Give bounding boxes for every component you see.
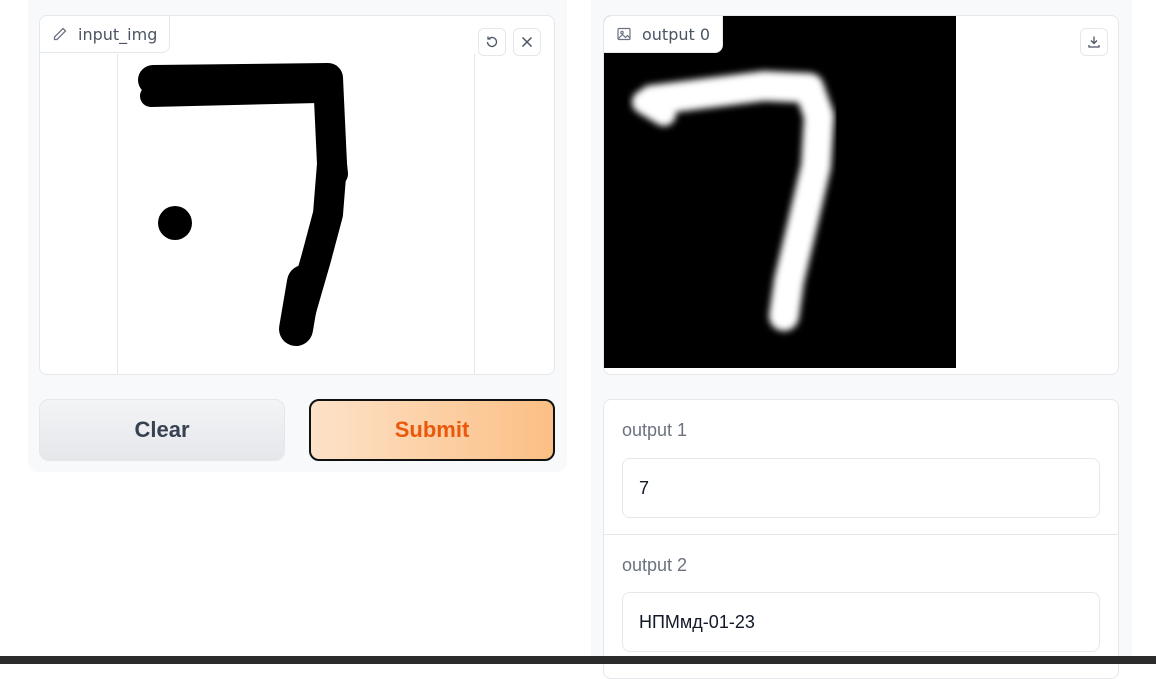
bottom-bar <box>0 656 1156 664</box>
image-icon <box>617 27 631 41</box>
sketch-canvas[interactable] <box>117 54 475 374</box>
undo-button[interactable] <box>478 28 506 56</box>
input-image-label-text: input_img <box>78 24 158 44</box>
clear-button[interactable]: Clear <box>39 399 285 461</box>
divider <box>604 534 1118 535</box>
download-icon <box>1088 36 1100 48</box>
close-icon <box>521 36 533 48</box>
text-outputs-card: output 1 7 output 2 НПМмд-01-23 <box>603 399 1119 679</box>
undo-icon <box>486 36 498 48</box>
output1-label: output 1 <box>622 420 688 440</box>
output0-label: output 0 <box>604 16 724 53</box>
submit-button[interactable]: Submit <box>309 399 555 461</box>
output0-image <box>604 16 956 368</box>
input-image-card: input_img <box>39 15 555 375</box>
input-image-label: input_img <box>40 16 171 53</box>
output1-textbox[interactable]: 7 <box>622 458 1100 518</box>
output0-digit <box>632 71 834 331</box>
output2-textbox[interactable]: НПМмд-01-23 <box>622 592 1100 652</box>
clear-image-button[interactable] <box>513 28 541 56</box>
sketch-drawing <box>138 63 348 346</box>
output2-label: output 2 <box>622 555 688 575</box>
output0-card: output 0 <box>603 15 1119 375</box>
output0-label-text: output 0 <box>642 24 711 44</box>
pencil-icon <box>53 27 67 41</box>
download-button[interactable] <box>1080 28 1108 56</box>
